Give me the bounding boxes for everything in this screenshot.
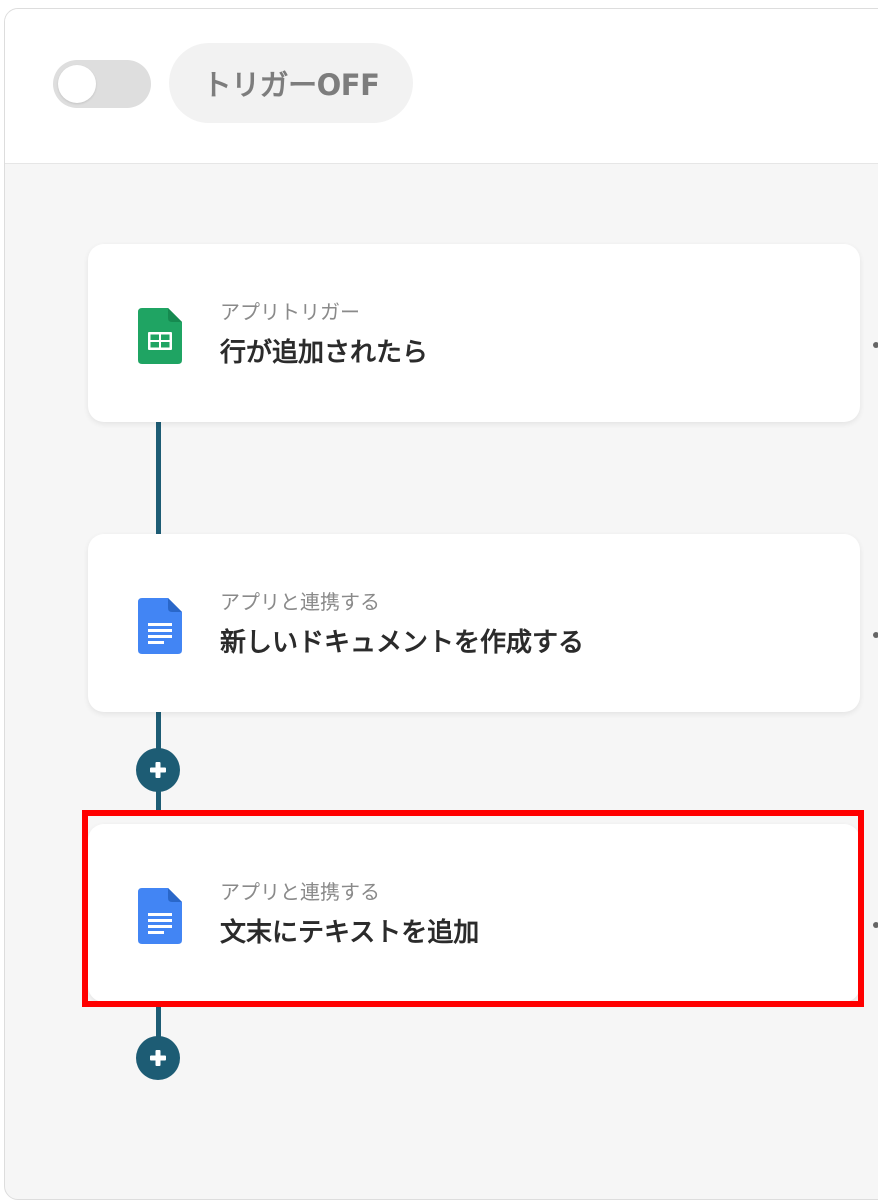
add-step-button[interactable]: [136, 1036, 180, 1080]
edge-dot: [873, 342, 878, 348]
step-title: 新しいドキュメントを作成する: [220, 628, 585, 658]
add-step-button[interactable]: [136, 748, 180, 792]
flow-step-card-create-document[interactable]: アプリと連携する 新しいドキュメントを作成する: [88, 534, 860, 712]
flow-step-card-trigger[interactable]: アプリトリガー 行が追加されたら: [88, 244, 860, 422]
step-subtitle: アプリと連携する: [220, 590, 380, 614]
step-title: 行が追加されたら: [220, 338, 429, 368]
trigger-status-badge: トリガーOFF: [169, 43, 413, 123]
flow-step-card-append-text[interactable]: アプリと連携する 文末にテキストを追加: [88, 824, 860, 1002]
plus-icon: [150, 762, 166, 778]
flow-connector: [156, 420, 161, 534]
step-title: 文末にテキストを追加: [220, 918, 480, 948]
trigger-toggle[interactable]: [53, 60, 151, 108]
step-subtitle: アプリと連携する: [220, 880, 380, 904]
google-docs-icon: [138, 598, 182, 658]
edge-dot: [873, 632, 878, 638]
google-docs-icon: [138, 888, 182, 948]
toggle-knob: [58, 65, 96, 103]
google-sheets-icon: [138, 308, 182, 368]
flow-connector: [156, 1004, 161, 1040]
plus-icon: [150, 1050, 166, 1066]
step-subtitle: アプリトリガー: [220, 300, 360, 324]
flow-header: トリガーOFF: [5, 9, 878, 164]
edge-dot: [873, 922, 878, 928]
